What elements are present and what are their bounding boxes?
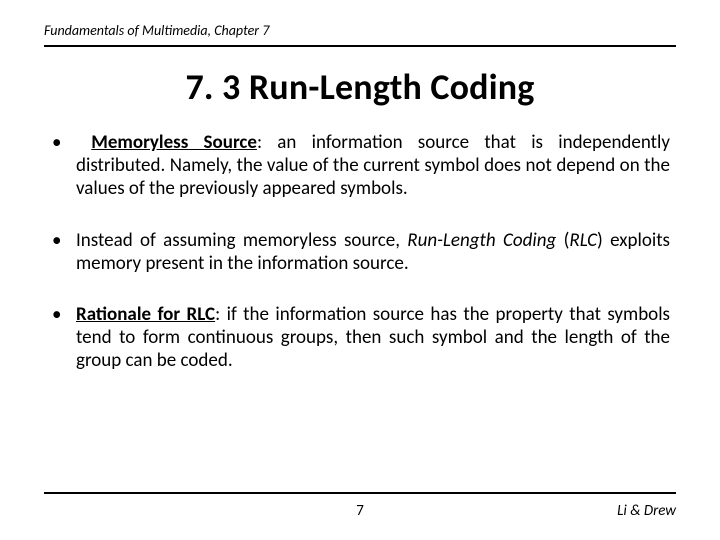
content-area: • Memoryless Source: an information sour… (44, 131, 676, 372)
bullet-item: • Memoryless Source: an information sour… (50, 131, 670, 201)
term-run-length-coding: Run-Length Coding (407, 229, 556, 252)
footer-left (44, 502, 255, 520)
bullet-marker: • (50, 229, 76, 275)
chapter-header: Fundamentals of Multimedia, Chapter 7 (44, 22, 676, 45)
bullet-marker: • (50, 131, 76, 201)
term-rationale: Rationale for RLC (76, 303, 215, 326)
bullet-mid: ( (556, 229, 569, 252)
bullet-text: Rationale for RLC: if the information so… (76, 303, 670, 373)
bullet-marker: • (50, 303, 76, 373)
bullet-item: • Rationale for RLC: if the information … (50, 303, 670, 373)
footer-rule (44, 492, 676, 494)
section-title: 7. 3 Run-Length Coding (44, 65, 676, 109)
footer-authors: Li & Drew (465, 502, 676, 520)
page-number: 7 (255, 502, 466, 520)
bullet-pre: Instead of assuming memoryless source, (76, 229, 407, 252)
header-rule (44, 45, 676, 47)
footer: 7 Li & Drew (44, 492, 676, 520)
bullet-text: Instead of assuming memoryless source, R… (76, 229, 670, 275)
term-memoryless-source: Memoryless Source (91, 131, 257, 154)
bullet-item: • Instead of assuming memoryless source,… (50, 229, 670, 275)
term-rlc: RLC (569, 229, 597, 252)
footer-row: 7 Li & Drew (44, 502, 676, 520)
bullet-text: Memoryless Source: an information source… (76, 131, 670, 201)
